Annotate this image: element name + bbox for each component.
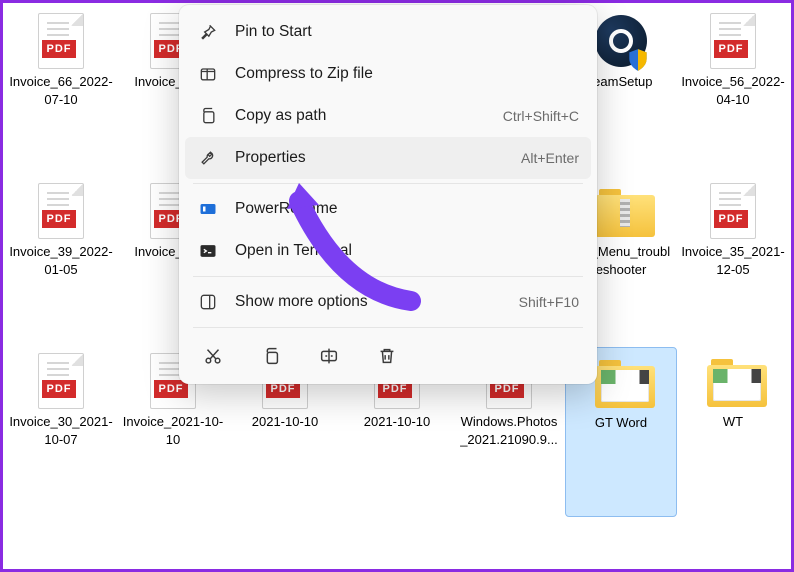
menu-item-show-more-options[interactable]: Show more optionsShift+F10 <box>185 281 591 323</box>
delete-button[interactable] <box>373 342 401 370</box>
menu-item-label: Properties <box>235 149 521 167</box>
pdf-icon: PDF <box>707 183 759 241</box>
file-label: Invoice_35_2021-12-05 <box>681 243 785 278</box>
menu-divider <box>193 276 583 277</box>
menu-item-pin-to-start[interactable]: Pin to Start <box>185 11 591 53</box>
menu-shortcut: Shift+F10 <box>519 294 579 310</box>
file-item[interactable]: PDFInvoice_66_2022-07-10 <box>5 7 117 177</box>
rename-button[interactable] <box>315 342 343 370</box>
menu-item-label: Pin to Start <box>235 23 579 41</box>
file-item[interactable]: PDFInvoice_30_2021-10-07 <box>5 347 117 517</box>
properties-icon <box>197 147 219 169</box>
powerrename-icon <box>197 198 219 220</box>
cut-button[interactable] <box>199 342 227 370</box>
file-label: GT Word <box>595 414 647 432</box>
file-label: 2021-10-10 <box>364 413 431 431</box>
menu-item-label: Open in Terminal <box>235 242 579 260</box>
pdf-icon: PDF <box>35 353 87 411</box>
menu-item-label: Compress to Zip file <box>235 65 579 83</box>
file-label: teamSetup <box>590 73 653 91</box>
copy-button[interactable] <box>257 342 285 370</box>
file-label: Invoice_2021-10-10 <box>121 413 225 448</box>
context-menu: Pin to Start Compress to Zip file Copy as … <box>179 5 597 384</box>
file-label: Invoice_66_2022-07-10 <box>9 73 113 108</box>
file-label: Invoice_39_2022-01-05 <box>9 243 113 278</box>
file-label: Invoice_56_2022-04-10 <box>681 73 785 108</box>
menu-item-open-in-terminal[interactable]: Open in Terminal <box>185 230 591 272</box>
menu-item-powerrename[interactable]: PowerRename <box>185 188 591 230</box>
menu-item-label: PowerRename <box>235 200 579 218</box>
file-item[interactable]: PDFInvoice_56_2022-04-10 <box>677 7 789 177</box>
pin-icon <box>197 21 219 43</box>
copy-path-icon <box>197 105 219 127</box>
file-item[interactable]: PDFInvoice_39_2022-01-05 <box>5 177 117 347</box>
menu-divider <box>193 183 583 184</box>
menu-item-label: Show more options <box>235 293 519 311</box>
menu-item-copy-as-path[interactable]: Copy as pathCtrl+Shift+C <box>185 95 591 137</box>
steam-setup-icon <box>595 13 647 71</box>
file-label: Windows.Photos_2021.21090.9... <box>457 413 561 448</box>
zip-folder-icon <box>595 183 647 241</box>
file-label: WT <box>723 413 743 431</box>
file-label: 2021-10-10 <box>252 413 319 431</box>
folder-icon <box>707 353 759 411</box>
menu-item-properties[interactable]: PropertiesAlt+Enter <box>185 137 591 179</box>
menu-shortcut: Ctrl+Shift+C <box>503 108 579 124</box>
pdf-icon: PDF <box>35 183 87 241</box>
pdf-icon: PDF <box>35 13 87 71</box>
terminal-icon <box>197 240 219 262</box>
file-item[interactable]: WT <box>677 347 789 517</box>
menu-divider <box>193 327 583 328</box>
menu-item-label: Copy as path <box>235 107 503 125</box>
folder-icon <box>595 354 647 412</box>
more-icon <box>197 291 219 313</box>
menu-shortcut: Alt+Enter <box>521 150 579 166</box>
menu-item-compress-to-zip-file[interactable]: Compress to Zip file <box>185 53 591 95</box>
zip-icon <box>197 63 219 85</box>
file-label: Invoice_30_2021-10-07 <box>9 413 113 448</box>
file-item[interactable]: PDFInvoice_35_2021-12-05 <box>677 177 789 347</box>
menu-action-row <box>185 332 591 378</box>
pdf-icon: PDF <box>707 13 759 71</box>
